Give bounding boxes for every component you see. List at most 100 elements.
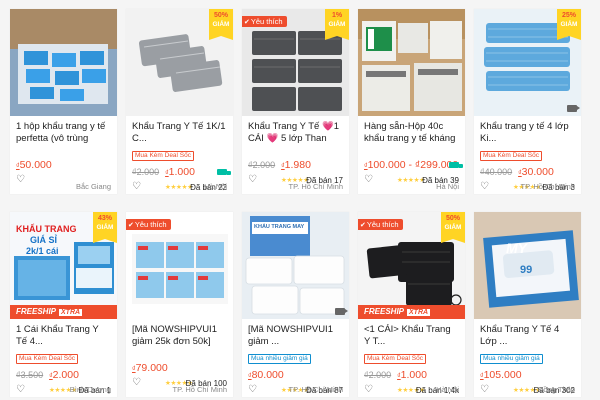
discount-badge: 43% GIẢM [93,212,117,243]
product-title[interactable]: 1 hộp khẩu trang y tế perfetta (vô trùng… [16,121,111,144]
box-logo: MY [506,240,527,256]
check-icon: ✔ [360,222,366,229]
discount-badge: 50% GIẢM [441,212,465,243]
product-image[interactable]: 50% GIẢM [126,9,233,116]
discount-badge: 1% GIẢM [325,9,349,40]
price-row: ₫79.000 [132,362,227,375]
seller-location: Hà Nội [436,385,459,394]
current-price: ₫2.000 [49,369,79,381]
current-price: ₫79.000 [132,362,168,374]
product-image[interactable]: KHẨU TRANG MAY [242,212,349,319]
seller-location: Bắc Giang [75,182,111,191]
heart-icon[interactable]: ♡ [480,182,489,192]
heart-icon[interactable]: ♡ [132,182,141,192]
video-icon [567,105,580,112]
product-title[interactable]: Hàng sẵn-Hộp 40c khẩu trang y tế kháng k… [364,121,459,144]
product-title[interactable]: [Mã NOWSHIPVUI1 giảm 25k đơn 50k] SET 10… [132,324,227,347]
product-image[interactable]: 25% GIẢM [474,9,581,116]
price-row: ₫50.000 [16,159,111,172]
current-price: ₫1.980 [281,159,311,171]
product-title[interactable]: Khẩu Trang Y Tế 4 Lớp ... [480,324,575,347]
heart-icon[interactable]: ♡ [248,175,257,185]
promo-tag: Mua nhiều giảm giá [248,354,311,364]
product-card[interactable]: 1% GIẢM ✔Yêu thích Khẩu Trang Y Tế 💗1 CÁI… [242,9,349,194]
heart-icon[interactable]: ♡ [16,175,25,185]
promo-text: KHẨU TRANG GIÁ SỈ 2k/1 cái [16,224,77,256]
seller-location: TP. Hồ Chí Minh [288,182,343,191]
current-price: ₫80.000 [248,369,284,381]
price-row: ₫2.000 ₫1.000 [132,166,231,179]
price-row: ₫2.000 ₫1.000 [364,369,459,382]
product-card[interactable]: 25% GIẢM Khẩu trang y tế 4 lớp Ki... Mua … [474,9,581,194]
product-title[interactable]: [Mã NOWSHIPVUI1 giảm ... [248,324,343,347]
product-card[interactable]: Hàng sẵn-Hộp 40c khẩu trang y tế kháng k… [358,9,465,194]
product-image[interactable]: 1% GIẢM ✔Yêu thích [242,9,349,116]
current-price: ₫1.000 [165,166,195,178]
product-card[interactable]: ✔Yêu thích [Mã NOWSHIPVUI1 giảm 25k đơn … [126,212,233,397]
heart-icon[interactable]: ♡ [364,175,373,185]
seller-location: Bình Dương [69,385,111,394]
promo-tag: Mua Kèm Deal Sốc [364,354,426,364]
product-card[interactable]: 1 hộp khẩu trang y tế perfetta (vô trùng… [10,9,117,194]
product-card[interactable]: KHẨU TRANG MAY [Mã NOWSHIPVUI1 giảm ... … [242,212,349,397]
product-title[interactable]: 1 Cái Khẩu Trang Y Tế 4... [16,324,111,347]
product-grid: 1 hộp khẩu trang y tế perfetta (vô trùng… [10,9,581,397]
price-row: ₫100.000 - ₫299.000 [364,159,463,172]
product-photo [10,9,117,116]
product-image[interactable] [358,9,465,116]
rating-stars: ★★★★★ [165,184,193,191]
favorite-badge: ✔Yêu thích [242,16,287,27]
freeship-banner: FREESHIP XTRA [358,305,465,319]
heart-icon[interactable]: ♡ [16,385,25,395]
product-image[interactable] [10,9,117,116]
heart-icon[interactable]: ♡ [480,385,489,395]
price-row: ₫2.000 ₫1.980 [248,159,343,172]
product-image[interactable]: 50% GIẢM ✔Yêu thích FREESHIP XTRA [358,212,465,319]
product-card[interactable]: 50% GIẢM Khẩu Trang Y Tế 1K/1 C... Mua Kè… [126,9,233,194]
freeship-banner: FREESHIP XTRA [10,305,117,319]
product-image[interactable]: MY 99 [474,212,581,319]
product-title[interactable]: Khẩu trang y tế 4 lớp Ki... [480,121,575,144]
favorite-badge: ✔Yêu thích [126,219,171,230]
product-title[interactable]: Khẩu Trang Y Tế 1K/1 C... [132,121,227,144]
discount-badge: 50% GIẢM [209,9,233,40]
box-number: 99 [520,264,533,276]
seller-location: TP. Hồ Chí Minh [520,182,575,191]
product-title[interactable]: Khẩu Trang Y Tế 💗1 CÁI 💗 5 lớp Than Hoạt… [248,121,343,144]
product-card[interactable]: KHẨU TRANG GIÁ SỈ 2k/1 cái 43% GIẢM FREES… [10,212,117,397]
original-price: ₫3.500 [16,370,44,380]
heart-icon[interactable]: ♡ [364,385,373,395]
price-row: ₫40.000 ₫30.000 [480,166,575,179]
current-price: ₫1.000 [397,369,427,381]
promo-tag: Mua Kèm Deal Sốc [16,354,78,364]
seller-location: TP. Hồ Chí Minh [288,385,343,394]
seller-location: TP. Hồ Chí Minh [172,385,227,394]
original-price: ₫2.000 [364,370,392,380]
shipping-truck-icon [449,162,463,168]
rating-stars: ★★★★★ [397,177,425,184]
product-image[interactable]: KHẨU TRANG GIÁ SỈ 2k/1 cái 43% GIẢM FREES… [10,212,117,319]
original-price: ₫2.000 [132,167,160,177]
current-price: ₫50.000 [16,159,52,171]
price-row: ₫105.000 [480,369,575,382]
product-card[interactable]: 50% GIẢM ✔Yêu thích FREESHIP XTRA <1 CÁI> … [358,212,465,397]
product-card[interactable]: MY 99 Khẩu Trang Y Tế 4 Lớp ... Mua nhiề… [474,212,581,397]
check-icon: ✔ [244,19,250,26]
seller-location: Hà Nội [204,182,227,191]
seller-location: Đồng Tháp [538,385,575,394]
seller-location: Hà Nội [436,182,459,191]
promo-tag: Mua Kèm Deal Sốc [480,151,542,161]
product-photo [358,9,465,116]
price-row: ₫80.000 [248,369,343,382]
original-price: ₫40.000 [480,167,513,177]
original-price: ₫2.000 [248,160,276,170]
product-title[interactable]: <1 CÁI> Khẩu Trang Y T... [364,324,459,347]
promo-tag: Mua Kèm Deal Sốc [132,151,194,161]
promo-tag: Mua nhiều giảm giá [480,354,543,364]
pack-label: KHẨU TRANG MAY [254,224,305,230]
heart-icon[interactable]: ♡ [132,378,141,388]
current-price: ₫30.000 [518,166,554,178]
heart-icon[interactable]: ♡ [248,385,257,395]
price-row: ₫3.500 ₫2.000 [16,369,111,382]
product-image[interactable]: ✔Yêu thích [126,212,233,319]
